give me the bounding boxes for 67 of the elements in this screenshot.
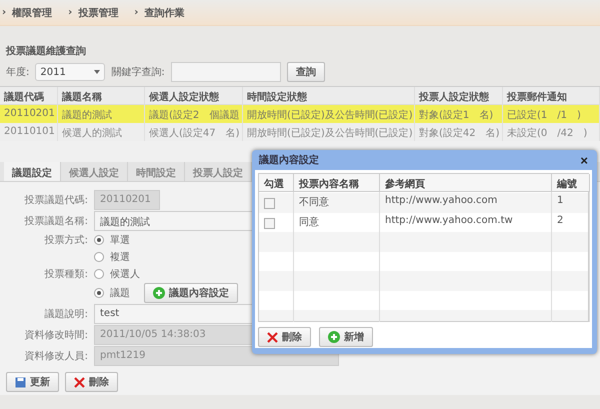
field-label: 資料修改人員: [24, 350, 88, 363]
field-label: 議題說明: [44, 308, 88, 321]
chevron-icon: › [2, 7, 6, 18]
column-header: 投票人設定狀態 [415, 87, 503, 105]
plus-icon [153, 287, 165, 299]
radio-button[interactable] [94, 235, 104, 245]
breadcrumb-link[interactable]: 投票管理 [78, 6, 118, 20]
table-cell[interactable]: 已設定(1 /1 ) [503, 105, 600, 123]
breadcrumb-link[interactable]: 查詢作業 [144, 6, 184, 20]
table-cell: 2 [552, 212, 590, 232]
table-cell: http://www.yahoo.com [380, 192, 552, 212]
table-cell[interactable]: 20110201 [0, 105, 58, 123]
column-header: 編號 [552, 174, 590, 192]
table-cell: http://www.yahoo.com.tw [380, 212, 552, 232]
radio-button[interactable] [94, 288, 104, 298]
keyword-field[interactable] [170, 62, 281, 82]
chevron-icon: › [134, 7, 138, 18]
radio-label: 複選 [110, 250, 130, 264]
radio-button[interactable] [94, 269, 104, 279]
chevron-icon: › [68, 7, 72, 18]
save-icon [15, 376, 26, 388]
tab[interactable]: 時間設定 [128, 162, 185, 181]
radio-label: 單選 [110, 234, 130, 247]
close-icon [74, 376, 85, 388]
column-header: 投票郵件通知 [503, 87, 600, 105]
tab[interactable]: 候選人設定 [61, 162, 128, 181]
radio-label: 議題 [110, 286, 130, 300]
breadcrumb-link[interactable]: 權限管理 [12, 6, 52, 20]
field-label: 投票議題代碼: [24, 194, 88, 207]
close-button[interactable]: × [580, 152, 588, 168]
radio-button[interactable] [94, 252, 104, 262]
keyword-label: 關鍵字查詢: [111, 66, 165, 79]
column-header: 議題名稱 [58, 87, 145, 105]
delete-button[interactable]: 刪除 [65, 372, 118, 392]
dialog-title: 議題內容設定 [259, 153, 319, 167]
plus-icon [328, 331, 340, 343]
table-cell[interactable]: 對象(設定1 名) [415, 105, 503, 123]
table-cell[interactable]: 議題(設定2 個議題 [145, 105, 243, 123]
section-title: 投票議題維護查詢 [6, 44, 87, 58]
column-header: 議題代碼 [0, 87, 58, 105]
content-settings-button[interactable]: 議題內容設定 [144, 283, 238, 303]
table-cell: 同意 [294, 212, 380, 232]
table-cell[interactable]: 開放時間(已設定)及公告時間(已設定) [243, 105, 415, 123]
add-button[interactable]: 新增 [319, 327, 373, 347]
field-label: 投票議題名稱: [24, 214, 88, 228]
field-label: 資料修改時間: [24, 328, 88, 342]
delete-button[interactable]: 刪除 [258, 327, 311, 347]
year-label: 年度: [6, 66, 30, 79]
checkbox[interactable] [264, 218, 275, 229]
column-header: 投票內容名稱 [294, 174, 380, 192]
update-button[interactable]: 更新 [6, 372, 59, 392]
field-label: 投票種類: [44, 268, 88, 281]
table-cell[interactable]: 議題的測試 [58, 105, 145, 123]
column-header: 參考網頁 [380, 174, 552, 192]
caret-icon [94, 70, 100, 74]
radio-label: 候選人 [110, 268, 140, 281]
tab[interactable]: 議題設定 [4, 162, 61, 181]
close-icon [267, 332, 278, 342]
search-button[interactable]: 查詢 [286, 62, 325, 82]
table-cell: 1 [552, 192, 590, 212]
checkbox[interactable] [264, 198, 275, 209]
column-header: 時間設定狀態 [243, 87, 415, 105]
column-header: 勾選 [259, 174, 294, 192]
column-header: 候選人設定狀態 [145, 87, 243, 105]
field-label: 投票方式: [44, 234, 88, 247]
year-select[interactable]: 2011 [35, 63, 106, 81]
table-cell: 不同意 [294, 192, 380, 212]
